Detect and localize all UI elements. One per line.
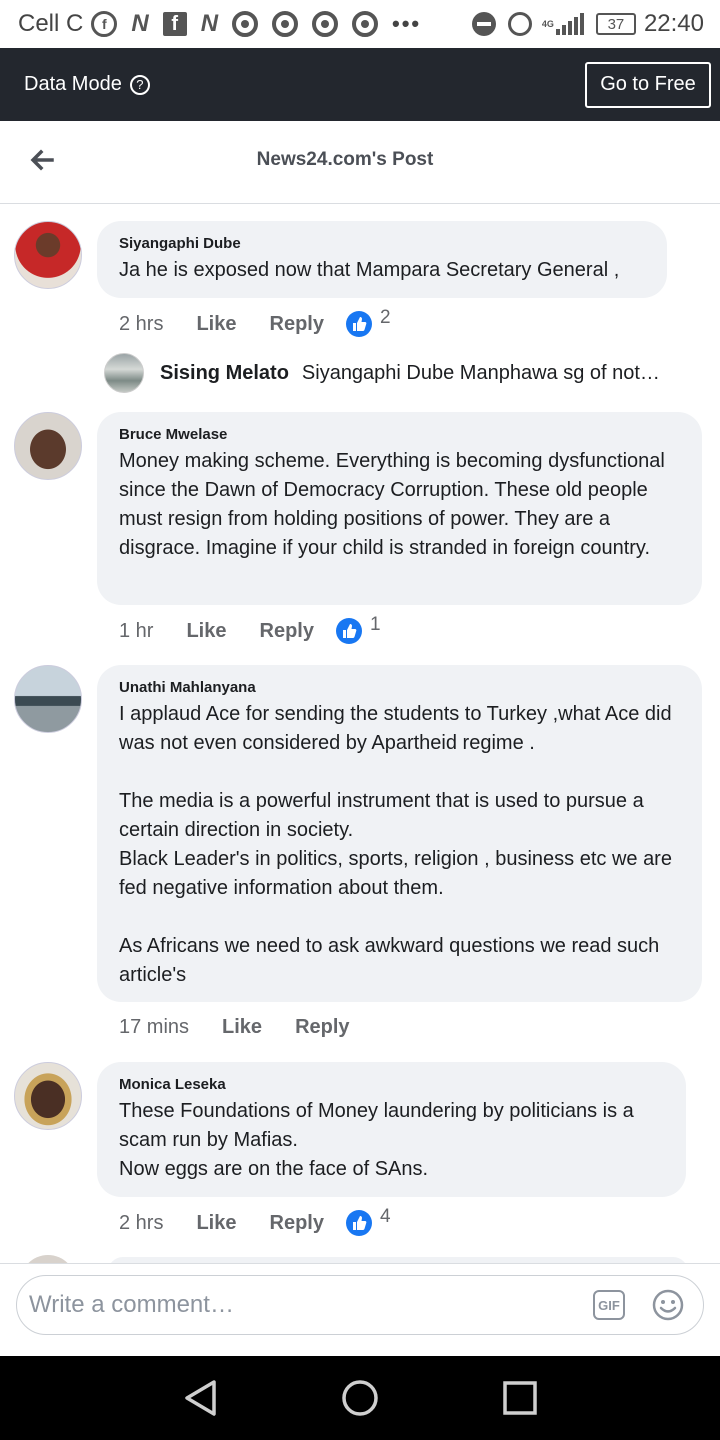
- like-button[interactable]: Like: [186, 620, 226, 643]
- avatar[interactable]: [14, 221, 82, 289]
- reply-button[interactable]: Reply: [270, 313, 324, 336]
- system-navigation-bar: [0, 1356, 720, 1440]
- clock: 22:40: [643, 10, 704, 37]
- n-notification-icon: N: [131, 10, 149, 37]
- comment-actions: 2 hrs Like Reply 4: [119, 1206, 391, 1236]
- comment-text: I applaud Ace for sending the students t…: [119, 703, 672, 986]
- status-bar: Cell C f N f N ••• 4G 37 22:40: [0, 0, 720, 48]
- comment-text: These Foundations of Money laundering by…: [119, 1100, 634, 1180]
- comment-time[interactable]: 2 hrs: [119, 1212, 163, 1235]
- comment-time[interactable]: 1 hr: [119, 620, 153, 643]
- like-button[interactable]: Like: [196, 313, 236, 336]
- page-title: News24.com's Post: [256, 149, 434, 170]
- like-count[interactable]: 4: [380, 1206, 391, 1228]
- back-nav-button[interactable]: [170, 1368, 230, 1428]
- comment-author[interactable]: Siyangaphi Dube: [119, 235, 645, 252]
- reply-preview[interactable]: Sising Melato Siyangaphi Dube Manphawa s…: [104, 351, 704, 395]
- comment-time[interactable]: 17 mins: [119, 1016, 189, 1039]
- comment-bubble[interactable]: Bruce Mwelase Money making scheme. Every…: [97, 412, 702, 605]
- facebook-notification-icon: f: [91, 11, 118, 37]
- square-recents-icon: [503, 1381, 537, 1415]
- gif-button[interactable]: GIF: [593, 1290, 625, 1320]
- emoji-icon[interactable]: [651, 1288, 685, 1322]
- circle-home-icon: [342, 1380, 378, 1416]
- post-header: News24.com's Post: [0, 121, 720, 204]
- like-reaction-icon[interactable]: [345, 1210, 372, 1236]
- recents-nav-button[interactable]: [490, 1368, 550, 1428]
- battery-level: 37: [607, 15, 625, 33]
- battery-icon: 37: [595, 13, 636, 35]
- comment-composer-bar: GIF: [0, 1263, 720, 1356]
- signal-icon: [555, 13, 586, 35]
- like-reaction-icon[interactable]: [345, 311, 372, 337]
- reply-button[interactable]: Reply: [270, 1212, 324, 1235]
- do-not-disturb-icon: [471, 12, 496, 36]
- chrome-icon-4: [352, 11, 379, 37]
- n-notification-icon-2: N: [200, 10, 219, 37]
- reply-author[interactable]: Sising Melato: [160, 362, 289, 385]
- chrome-icon-3: [312, 11, 339, 37]
- like-reaction-icon[interactable]: [335, 618, 362, 644]
- like-count[interactable]: 1: [370, 614, 381, 636]
- chrome-icon-2: [272, 11, 299, 37]
- facebook-square-icon: f: [162, 12, 187, 36]
- page: Cell C f N f N ••• 4G 37 22:40 Data Mode…: [0, 0, 720, 1440]
- triangle-back-icon: [185, 1380, 216, 1416]
- like-button[interactable]: Like: [222, 1016, 262, 1039]
- comment-author[interactable]: Bruce Mwelase: [119, 426, 680, 443]
- comment-author[interactable]: Unathi Mahlanyana: [119, 679, 680, 696]
- reply-text[interactable]: Siyangaphi Dube Manphawa sg of not…: [302, 362, 674, 385]
- comment-text: Ja he is exposed now that Mampara Secret…: [119, 259, 620, 281]
- avatar[interactable]: [20, 1255, 76, 1263]
- status-right: 4G 37 22:40: [471, 10, 704, 38]
- comment-composer[interactable]: GIF: [16, 1275, 704, 1335]
- comment-actions: 1 hr Like Reply 1: [119, 614, 381, 644]
- comment-bubble[interactable]: Unathi Mahlanyana I applaud Ace for send…: [97, 665, 702, 1002]
- reply-avatar[interactable]: [104, 353, 144, 393]
- comment-actions: 2 hrs Like Reply 2: [119, 307, 391, 337]
- carrier-name: Cell C: [18, 10, 84, 37]
- comment-bubble[interactable]: Siyangaphi Dube Ja he is exposed now tha…: [97, 221, 667, 298]
- more-notifications-icon: •••: [392, 11, 422, 36]
- comment-text: Money making scheme. Everything is becom…: [119, 450, 665, 559]
- go-to-free-button[interactable]: Go to Free: [585, 61, 711, 108]
- chrome-icon: [232, 11, 259, 37]
- data-mode-bar: Data Mode ? Go to Free: [0, 48, 720, 121]
- like-count[interactable]: 2: [380, 307, 391, 329]
- data-mode-label: Data Mode: [24, 73, 122, 95]
- avatar[interactable]: [14, 412, 82, 480]
- alarm-icon: [507, 12, 532, 36]
- reply-button[interactable]: Reply: [260, 620, 314, 643]
- comment-input[interactable]: [29, 1291, 569, 1319]
- comment-author[interactable]: Monica Leseka: [119, 1076, 664, 1093]
- home-nav-button[interactable]: [330, 1368, 390, 1428]
- like-button[interactable]: Like: [196, 1212, 236, 1235]
- comment-bubble[interactable]: Monica Leseka These Foundations of Money…: [97, 1062, 686, 1197]
- comment-list[interactable]: Siyangaphi Dube Ja he is exposed now tha…: [0, 205, 720, 1263]
- comment-actions: 17 mins Like Reply: [119, 1016, 350, 1039]
- reply-button[interactable]: Reply: [295, 1016, 349, 1039]
- help-icon[interactable]: ?: [129, 74, 150, 95]
- avatar[interactable]: [14, 1062, 82, 1130]
- comment-time[interactable]: 2 hrs: [119, 313, 163, 336]
- network-type: 4G: [541, 19, 554, 29]
- avatar[interactable]: [14, 665, 82, 733]
